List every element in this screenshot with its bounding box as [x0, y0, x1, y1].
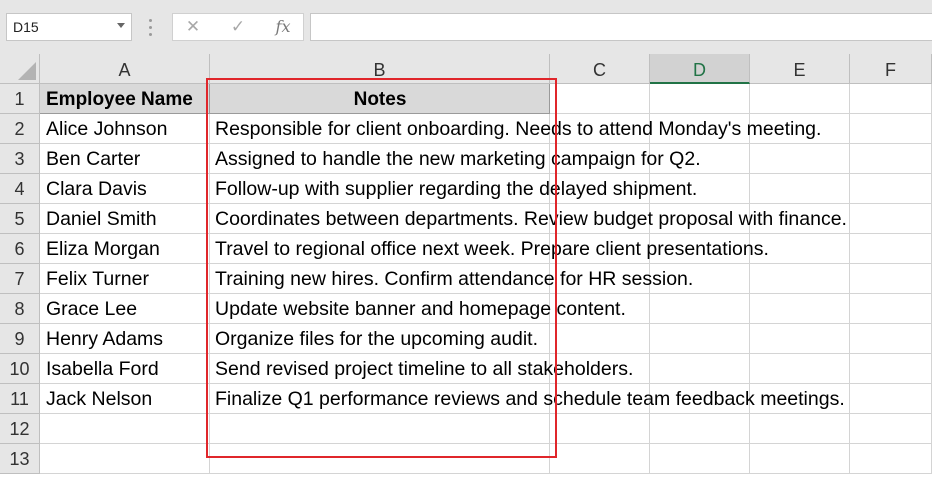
- row-header-4[interactable]: 4: [0, 174, 40, 204]
- cell-d10[interactable]: [650, 354, 750, 384]
- cell-e1[interactable]: [750, 84, 850, 114]
- cell-c12[interactable]: [550, 414, 650, 444]
- cell-a13[interactable]: [40, 444, 210, 474]
- cell-c1[interactable]: [550, 84, 650, 114]
- cell-d9[interactable]: [650, 324, 750, 354]
- cell-f6[interactable]: [850, 234, 932, 264]
- formula-input[interactable]: [310, 13, 932, 41]
- notes-header: Notes: [353, 89, 407, 110]
- notes-cell: Organize files for the upcoming audit.: [215, 328, 539, 350]
- cancel-icon[interactable]: ✕: [174, 13, 212, 41]
- row-header-12[interactable]: 12: [0, 414, 40, 444]
- row-header-5[interactable]: 5: [0, 204, 40, 234]
- employee-name-cell: Ben Carter: [46, 148, 141, 170]
- employee-name-cell: Eliza Morgan: [46, 238, 160, 260]
- cell-e4[interactable]: [750, 174, 850, 204]
- column-header-c[interactable]: C: [550, 54, 650, 84]
- employee-name-cell: Daniel Smith: [46, 208, 157, 230]
- cell-d8[interactable]: [650, 294, 750, 324]
- cell-c13[interactable]: [550, 444, 650, 474]
- row-header-13[interactable]: 13: [0, 444, 40, 474]
- row-header-11[interactable]: 11: [0, 384, 40, 414]
- cell-e3[interactable]: [750, 144, 850, 174]
- cell-d12[interactable]: [650, 414, 750, 444]
- employee-name-cell: Grace Lee: [46, 298, 138, 320]
- notes-cell: Update website banner and homepage conte…: [215, 298, 626, 320]
- insert-function-icon[interactable]: fx: [264, 13, 302, 41]
- row-header-1[interactable]: 1: [0, 84, 40, 114]
- cell-c9[interactable]: [550, 324, 650, 354]
- drag-handle-icon[interactable]: [149, 17, 152, 37]
- cell-e7[interactable]: [750, 264, 850, 294]
- name-box[interactable]: D15: [6, 13, 132, 41]
- column-header-e[interactable]: E: [750, 54, 850, 84]
- cell-f4[interactable]: [850, 174, 932, 204]
- notes-cell: Finalize Q1 performance reviews and sche…: [215, 388, 845, 410]
- cell-a12[interactable]: [40, 414, 210, 444]
- employee-name-header: Employee Name: [46, 89, 193, 110]
- cell-f2[interactable]: [850, 114, 932, 144]
- notes-cell: Assigned to handle the new marketing cam…: [215, 148, 701, 170]
- row-header-8[interactable]: 8: [0, 294, 40, 324]
- row-header-9[interactable]: 9: [0, 324, 40, 354]
- row-header-2[interactable]: 2: [0, 114, 40, 144]
- select-all-button[interactable]: [0, 54, 40, 84]
- cell-f10[interactable]: [850, 354, 932, 384]
- chevron-down-icon[interactable]: [117, 23, 125, 28]
- employee-name-cell: Felix Turner: [46, 268, 149, 290]
- cell-e9[interactable]: [750, 324, 850, 354]
- cell-f3[interactable]: [850, 144, 932, 174]
- row-header-7[interactable]: 7: [0, 264, 40, 294]
- column-header-b[interactable]: B: [210, 54, 550, 84]
- cell-e13[interactable]: [750, 444, 850, 474]
- cell-f9[interactable]: [850, 324, 932, 354]
- cell-f13[interactable]: [850, 444, 932, 474]
- employee-name-cell: Clara Davis: [46, 178, 147, 200]
- name-box-value: D15: [13, 19, 39, 35]
- column-header-d[interactable]: D: [650, 54, 750, 84]
- cell-b12[interactable]: [210, 414, 550, 444]
- cell-f8[interactable]: [850, 294, 932, 324]
- cell-b13[interactable]: [210, 444, 550, 474]
- cell-e10[interactable]: [750, 354, 850, 384]
- employee-name-cell: Henry Adams: [46, 328, 164, 350]
- row-header-3[interactable]: 3: [0, 144, 40, 174]
- cell-d1[interactable]: [650, 84, 750, 114]
- cell-d13[interactable]: [650, 444, 750, 474]
- row-header-10[interactable]: 10: [0, 354, 40, 384]
- cell-f12[interactable]: [850, 414, 932, 444]
- formula-toolbar: D15 ✕ ✓ fx: [0, 0, 932, 54]
- notes-cell: Travel to regional office next week. Pre…: [215, 238, 769, 260]
- notes-cell: Responsible for client onboarding. Needs…: [215, 118, 822, 140]
- notes-cell: Training new hires. Confirm attendance f…: [215, 268, 694, 290]
- select-all-icon: [18, 62, 36, 80]
- cell-f5[interactable]: [850, 204, 932, 234]
- notes-cell: Send revised project timeline to all sta…: [215, 358, 634, 380]
- enter-icon[interactable]: ✓: [219, 13, 257, 41]
- cell-f7[interactable]: [850, 264, 932, 294]
- notes-cell: Follow-up with supplier regarding the de…: [215, 178, 698, 200]
- cell-e8[interactable]: [750, 294, 850, 324]
- row-header-6[interactable]: 6: [0, 234, 40, 264]
- spreadsheet-grid: A B C D E F 1 2 3 4 5 6 7 8 9 10 11 12 13 Employee Name Note…: [0, 54, 932, 478]
- column-header-a[interactable]: A: [40, 54, 210, 84]
- employee-name-cell: Isabella Ford: [46, 358, 159, 380]
- cell-e12[interactable]: [750, 414, 850, 444]
- notes-cell: Coordinates between departments. Review …: [215, 208, 847, 230]
- employee-name-cell: Jack Nelson: [46, 388, 153, 410]
- cell-f11[interactable]: [850, 384, 932, 414]
- cell-f1[interactable]: [850, 84, 932, 114]
- employee-name-cell: Alice Johnson: [46, 118, 168, 140]
- column-header-f[interactable]: F: [850, 54, 932, 84]
